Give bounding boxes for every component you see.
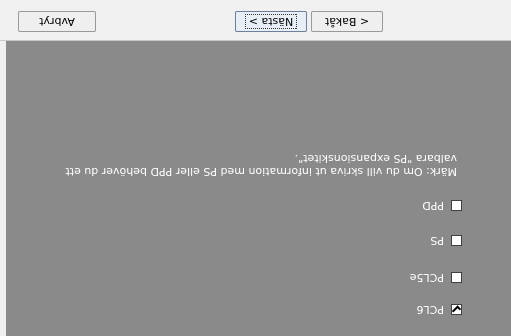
option-ppd[interactable]: PPD bbox=[422, 198, 462, 214]
option-ps-label: PS bbox=[430, 234, 444, 248]
ps-checkbox-icon[interactable] bbox=[451, 235, 462, 247]
option-pcl5e[interactable]: PCL5e bbox=[410, 270, 462, 286]
installer-wizard-page: PCL6 PCL5e PS PPD Märk: Om du vill skriv… bbox=[0, 0, 511, 336]
option-ps[interactable]: PS bbox=[430, 233, 462, 249]
ppd-checkbox-icon[interactable] bbox=[451, 200, 462, 212]
cancel-button-label: Avbryt bbox=[39, 15, 75, 28]
back-button-label: < Bakåt bbox=[324, 15, 370, 28]
pcl5e-checkbox-icon[interactable] bbox=[451, 272, 462, 284]
option-pcl6[interactable]: PCL6 bbox=[417, 302, 462, 318]
wizard-button-bar: < Bakåt Nästa > Avbryt bbox=[0, 0, 511, 41]
option-ppd-label: PPD bbox=[422, 199, 444, 213]
pcl6-checkbox-icon[interactable] bbox=[451, 304, 462, 316]
next-button-label: Nästa > bbox=[244, 14, 298, 29]
next-button[interactable]: Nästa > bbox=[235, 11, 307, 32]
option-pcl5e-label: PCL5e bbox=[409, 271, 444, 285]
ps-note-text: Märk: Om du vill skriva ut information m… bbox=[65, 152, 457, 178]
driver-options-panel: PCL6 PCL5e PS PPD Märk: Om du vill skriv… bbox=[6, 41, 511, 336]
cancel-button[interactable]: Avbryt bbox=[18, 11, 96, 32]
back-button[interactable]: < Bakåt bbox=[311, 11, 383, 32]
option-pcl6-label: PCL6 bbox=[416, 303, 444, 317]
window-edge bbox=[0, 41, 6, 336]
